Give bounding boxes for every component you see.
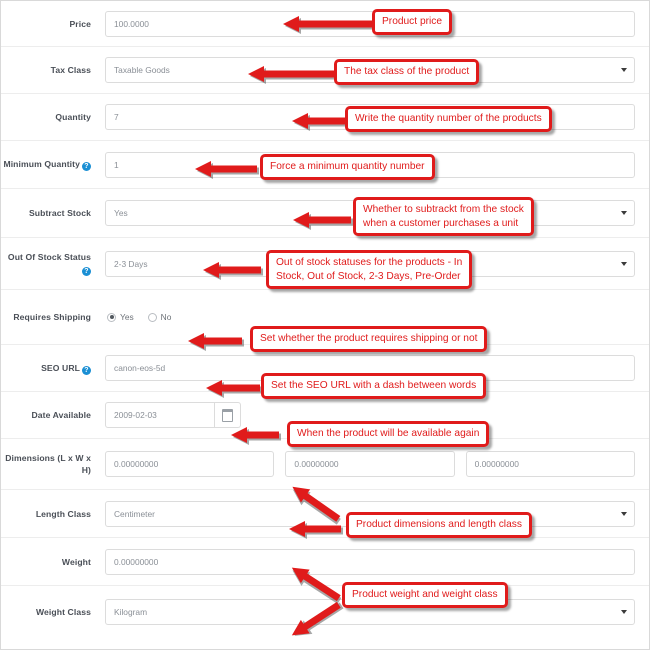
label-dimensions: Dimensions (L x W x H) (5, 453, 91, 475)
dimension-width-input[interactable]: 0.00000000 (285, 451, 455, 477)
radio-label-no: No (160, 312, 172, 322)
length-class-value: Centimeter (105, 500, 635, 527)
radio-label-yes: Yes (120, 312, 134, 322)
form-row-dimensions: Dimensions (L x W x H) 0.00000000 0.0000… (1, 439, 649, 490)
price-input[interactable]: 100.0000 (105, 10, 635, 37)
field-quantity: 7 (105, 104, 635, 130)
form-row-weight: Weight 0.00000000 (1, 538, 649, 586)
dimension-length-input[interactable]: 0.00000000 (105, 451, 275, 477)
radio-requires-shipping-yes[interactable]: Yes (107, 312, 134, 322)
label-weight: Weight (61, 556, 91, 567)
label-weight-class: Weight Class (35, 607, 91, 617)
tax-class-select[interactable]: Taxable Goods (105, 57, 635, 83)
field-weight: 0.00000000 (105, 548, 635, 575)
label-length-class: Length Class (35, 508, 91, 519)
weight-input[interactable]: 0.00000000 (105, 548, 635, 575)
label-quantity: Quantity (55, 112, 91, 122)
field-weight-class: Kilogram (105, 599, 635, 625)
label-tax-class: Tax Class (50, 65, 91, 75)
label-seo-url: SEO URL? (1, 362, 105, 375)
label-out-of-stock-status: Out Of Stock Status? (7, 252, 91, 276)
chevron-down-icon (621, 68, 627, 72)
quantity-input[interactable]: 7 (105, 104, 635, 130)
field-date-available: 2009-02-03 (105, 402, 635, 428)
field-tax-class: Taxable Goods (105, 57, 635, 83)
field-price: 100.0000 (105, 10, 635, 37)
form-row-price: Price 100.0000 (1, 1, 649, 47)
dimensions-inputs: 0.00000000 0.00000000 0.00000000 (105, 451, 635, 477)
field-dimensions: 0.00000000 0.00000000 0.00000000 (105, 451, 635, 477)
radio-dot (147, 312, 157, 322)
chevron-down-icon (621, 610, 627, 614)
subtract-stock-select[interactable]: Yes (105, 200, 635, 226)
label-minimum-quantity: Minimum Quantity? (1, 158, 105, 171)
field-seo-url: canon-eos-5d (105, 355, 635, 381)
chevron-down-icon (621, 211, 627, 215)
form-row-minimum-quantity: Minimum Quantity? 1 (1, 141, 649, 189)
requires-shipping-radio-group: Yes No (105, 312, 171, 322)
field-length-class: Centimeter (105, 500, 635, 527)
seo-url-input[interactable]: canon-eos-5d (105, 355, 635, 381)
calendar-icon (222, 408, 233, 422)
subtract-stock-value: Yes (105, 200, 635, 226)
label-date-available: Date Available (31, 410, 91, 420)
dimension-height-input[interactable]: 0.00000000 (465, 451, 635, 477)
weight-class-value: Kilogram (105, 599, 635, 625)
date-available-input[interactable]: 2009-02-03 (105, 402, 215, 428)
form-row-weight-class: Weight Class Kilogram (1, 586, 649, 638)
weight-class-select[interactable]: Kilogram (105, 599, 635, 625)
radio-requires-shipping-no[interactable]: No (147, 312, 172, 322)
form-row-tax-class: Tax Class Taxable Goods (1, 47, 649, 94)
product-form: Price 100.0000 Tax Class Taxable Goods Q… (1, 1, 649, 638)
form-row-out-of-stock-status: Out Of Stock Status? 2-3 Days (1, 238, 649, 290)
label-price: Price (69, 18, 91, 29)
form-row-requires-shipping: Requires Shipping Yes No (1, 290, 649, 345)
field-out-of-stock-status: 2-3 Days (105, 250, 635, 277)
product-data-form-screenshot: Price 100.0000 Tax Class Taxable Goods Q… (0, 0, 650, 650)
form-row-quantity: Quantity 7 (1, 94, 649, 141)
field-minimum-quantity: 1 (105, 151, 635, 178)
field-subtract-stock: Yes (105, 200, 635, 226)
radio-dot-selected (107, 312, 116, 322)
chevron-down-icon (621, 511, 627, 516)
form-row-length-class: Length Class Centimeter (1, 490, 649, 538)
form-row-subtract-stock: Subtract Stock Yes (1, 189, 649, 238)
label-requires-shipping: Requires Shipping (13, 312, 91, 322)
chevron-down-icon (621, 261, 627, 266)
minimum-quantity-input[interactable]: 1 (105, 151, 635, 178)
help-icon[interactable]: ? (82, 267, 91, 276)
field-requires-shipping: Yes No (105, 312, 635, 322)
help-icon[interactable]: ? (82, 162, 91, 171)
form-row-seo-url: SEO URL? canon-eos-5d (1, 345, 649, 392)
out-of-stock-status-select[interactable]: 2-3 Days (105, 250, 635, 277)
out-of-stock-status-value: 2-3 Days (105, 250, 635, 277)
help-icon[interactable]: ? (82, 365, 91, 375)
tax-class-value: Taxable Goods (105, 57, 635, 83)
calendar-button[interactable] (215, 402, 241, 428)
date-available-group: 2009-02-03 (105, 402, 241, 428)
length-class-select[interactable]: Centimeter (105, 500, 635, 527)
label-subtract-stock: Subtract Stock (28, 208, 91, 218)
form-row-date-available: Date Available 2009-02-03 (1, 392, 649, 439)
